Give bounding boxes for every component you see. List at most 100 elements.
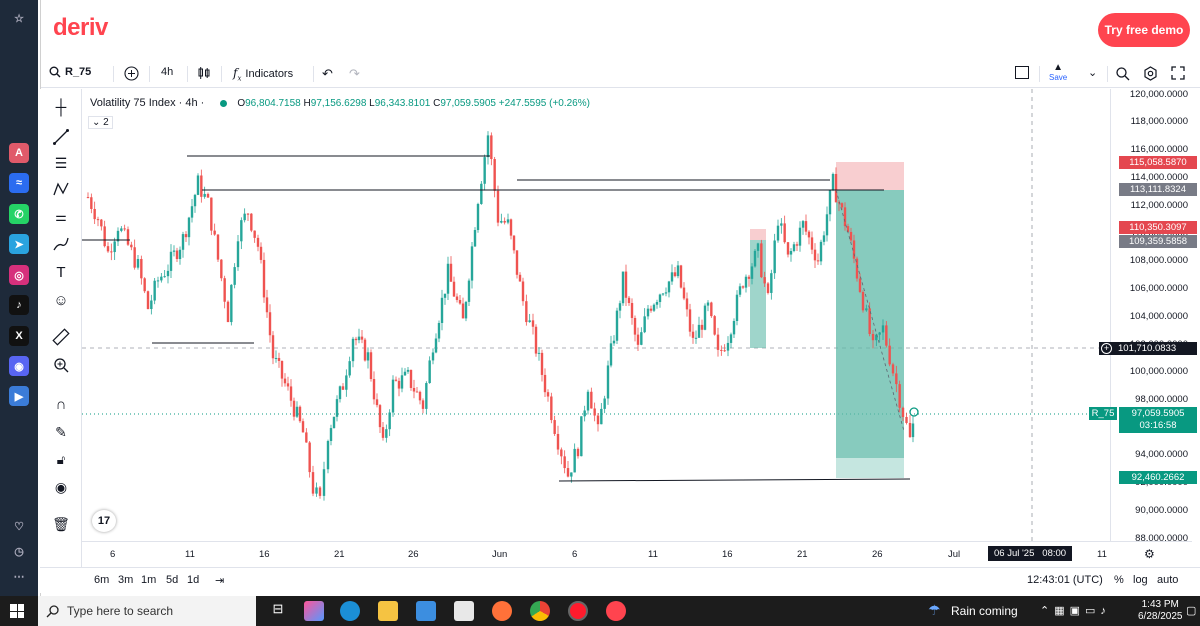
add-alert-icon[interactable]: + xyxy=(1101,343,1112,354)
candle-body xyxy=(130,244,133,248)
file-explorer-icon[interactable] xyxy=(378,601,398,621)
remove-drawings-tool[interactable]: 🗑︎ xyxy=(51,514,71,534)
indicator-toggle[interactable]: ⌄ 2 xyxy=(88,116,113,129)
crosshair-tool[interactable]: ┼ xyxy=(51,97,71,117)
candle-body xyxy=(795,244,799,246)
messenger-icon[interactable]: ≈ xyxy=(9,173,29,193)
chart-type-button[interactable] xyxy=(197,66,211,80)
try-free-demo-button[interactable]: Try free demo xyxy=(1098,13,1190,47)
legend-ohlc: O96,804.7158 H97,156.6298 L96,343.8101 C… xyxy=(237,97,590,109)
tiktok-icon[interactable]: ♪ xyxy=(9,295,29,315)
candle-body xyxy=(243,213,246,221)
symbol-search[interactable]: R_75 xyxy=(49,66,91,78)
undo-button[interactable]: ↶ xyxy=(322,66,333,82)
trendline-tool[interactable] xyxy=(51,127,71,147)
more-icon[interactable]: ⋯ xyxy=(9,566,29,586)
auto-toggle[interactable]: auto xyxy=(1157,574,1178,586)
candle-body xyxy=(670,272,674,282)
magnet-icon: ∩ xyxy=(55,395,67,413)
deriv-app-icon[interactable] xyxy=(606,601,626,621)
candle-body xyxy=(515,250,519,275)
lock-all-tool[interactable]: 🔓︎ xyxy=(51,450,71,470)
brush-tool[interactable] xyxy=(51,234,71,254)
whatsapp-icon[interactable]: ✆ xyxy=(9,204,29,224)
date-range-button[interactable]: ⇥ xyxy=(215,574,224,587)
lock-drawing-tool[interactable]: ✎ xyxy=(51,422,71,442)
price-axis[interactable]: 120,000.0000 118,000.0000 116,000.0000 114,… xyxy=(1089,89,1200,559)
hide-drawings-tool[interactable]: ◉ xyxy=(51,477,71,497)
interval-button[interactable]: 4h xyxy=(161,66,173,78)
range-button-6m[interactable]: 6m xyxy=(94,574,109,586)
zoom-tool[interactable] xyxy=(51,355,71,375)
range-button-1d[interactable]: 1d xyxy=(187,574,199,586)
candle-body xyxy=(153,280,156,301)
pattern-tool[interactable] xyxy=(51,179,71,199)
percent-toggle[interactable]: % xyxy=(1114,574,1124,586)
edge-icon[interactable] xyxy=(340,601,360,621)
system-tray-icons[interactable]: ⌃▦▣▭♪ xyxy=(1040,604,1111,617)
redo-button[interactable]: ↷ xyxy=(349,66,360,82)
candle-body xyxy=(776,225,780,241)
save-menu-button[interactable]: ⌄ xyxy=(1088,66,1097,79)
discord-icon[interactable]: ◉ xyxy=(9,356,29,376)
candle-body xyxy=(783,223,786,243)
copilot-icon[interactable] xyxy=(304,601,324,621)
candle-body xyxy=(600,408,603,425)
windows-start-icon[interactable] xyxy=(10,604,24,618)
candle-body xyxy=(150,300,153,310)
compare-symbol-button[interactable] xyxy=(124,66,139,81)
range-button-5d[interactable]: 5d xyxy=(166,574,178,586)
calendar-icon: ⇥ xyxy=(215,575,225,587)
candle-body xyxy=(679,265,683,288)
range-button-3m[interactable]: 3m xyxy=(118,574,133,586)
utc-clock[interactable]: 12:43:01 (UTC) xyxy=(1027,574,1103,586)
mail-icon[interactable] xyxy=(454,601,474,621)
candle-body xyxy=(476,203,480,231)
fib-tool[interactable]: ☰ xyxy=(51,153,71,173)
settings-lines-icon: ⚌ xyxy=(55,209,67,224)
deriv-logo[interactable]: deriv xyxy=(53,14,108,42)
notifications-icon[interactable]: ▢ xyxy=(1186,604,1196,617)
magnet-tool[interactable]: ∩ xyxy=(51,394,71,414)
x-icon[interactable]: X xyxy=(9,326,29,346)
range-button-1m[interactable]: 1m xyxy=(141,574,156,586)
fullscreen-button[interactable] xyxy=(1171,66,1185,80)
candle-body xyxy=(750,266,754,279)
chrome-icon[interactable] xyxy=(530,601,550,621)
text-tool[interactable]: T xyxy=(51,262,71,282)
opera-icon[interactable] xyxy=(568,601,588,621)
candle-body xyxy=(305,432,308,443)
home-icon[interactable]: ☆ xyxy=(9,8,29,28)
taskbar-search[interactable]: Type here to search xyxy=(38,596,256,626)
candle-body xyxy=(537,352,541,354)
quick-search-button[interactable] xyxy=(1115,66,1130,81)
telegram-icon[interactable]: ➤ xyxy=(9,234,29,254)
target-price-tag: 92,460.2662 xyxy=(1119,471,1197,484)
ai-icon[interactable]: A xyxy=(9,143,29,163)
clock[interactable]: 1:43 PM 6/28/2025 xyxy=(1138,599,1183,623)
projection-tool[interactable]: ⚌ xyxy=(51,207,71,227)
weather-label[interactable]: Rain coming xyxy=(951,604,1018,618)
candle-body xyxy=(443,293,447,298)
store-icon[interactable] xyxy=(416,601,436,621)
instagram-icon[interactable]: ◎ xyxy=(9,265,29,285)
task-view-icon[interactable]: ⊟ xyxy=(268,601,288,621)
candle-body xyxy=(819,241,823,262)
emoji-tool[interactable]: ☺ xyxy=(51,290,71,310)
candle-body xyxy=(612,340,616,344)
save-button[interactable]: ▲ Save xyxy=(1049,62,1067,82)
layout-button[interactable] xyxy=(1015,66,1029,79)
history-icon[interactable]: ◷ xyxy=(9,541,29,561)
firefox-icon[interactable] xyxy=(492,601,512,621)
player-icon[interactable]: ▶ xyxy=(9,386,29,406)
heart-icon[interactable]: ♡ xyxy=(9,516,29,536)
candle-body xyxy=(540,352,544,375)
axis-settings-button[interactable]: ⚙ xyxy=(1144,547,1155,561)
price-chart[interactable] xyxy=(82,89,1110,541)
log-toggle[interactable]: log xyxy=(1133,574,1148,586)
candle-body xyxy=(136,258,140,268)
measure-tool[interactable] xyxy=(51,327,71,347)
settings-button[interactable] xyxy=(1143,66,1158,81)
time-axis[interactable]: 6 11 16 21 26 Jun 6 11 16 21 26 Jul 11 06 Jul '25 08… xyxy=(82,541,1192,565)
indicators-button[interactable]: fx Indicators xyxy=(233,66,293,82)
